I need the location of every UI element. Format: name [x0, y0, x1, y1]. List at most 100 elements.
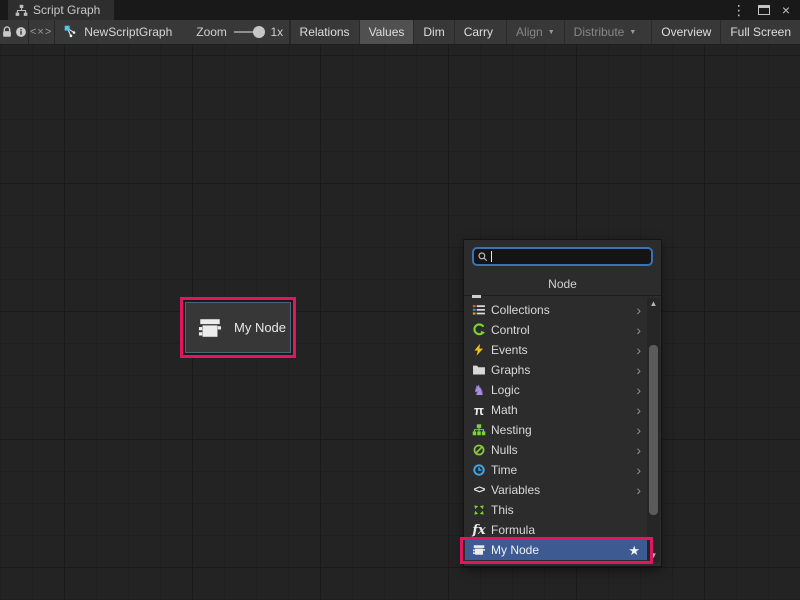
partial-item-icon	[472, 295, 481, 298]
finder-item-graphs[interactable]: Graphs›	[465, 360, 647, 380]
search-icon	[477, 251, 489, 263]
button-label: Full Screen	[730, 25, 791, 39]
star-icon[interactable]: ★	[628, 544, 640, 557]
toolbar-button-align[interactable]: Align▼	[506, 20, 564, 44]
maximize-button[interactable]	[758, 5, 770, 15]
finder-item-label: Nesting	[491, 423, 532, 437]
text-caret	[491, 251, 492, 262]
nulls-icon	[471, 442, 487, 458]
node-label: My Node	[234, 320, 286, 335]
zoom-slider-knob[interactable]	[253, 26, 265, 38]
chevron-right-icon: ›	[636, 383, 641, 397]
this-icon	[471, 502, 487, 518]
finder-item-label: Logic	[491, 383, 520, 397]
finder-list: Collections›Control›Events›Graphs›♞Logic…	[465, 300, 647, 564]
fuzzy-finder-popup: Node Collections›Control›Events›Graphs›♞…	[464, 240, 661, 566]
chevron-right-icon: ›	[636, 463, 641, 477]
lock-button[interactable]	[0, 20, 14, 44]
chevron-right-icon: ›	[636, 403, 641, 417]
unit-icon	[471, 542, 487, 558]
toolbar-button-values[interactable]: Values	[359, 20, 414, 44]
finder-item-time[interactable]: Time ›	[465, 460, 647, 480]
script-graph-window: Script Graph ⋮ × <×> NewScriptGraph Zoom	[0, 0, 800, 600]
toolbar: <×> NewScriptGraph Zoom 1x RelationsValu…	[0, 20, 800, 45]
window-controls: ⋮ ×	[732, 0, 800, 20]
variables-icon: <>	[471, 482, 487, 498]
unit-icon	[197, 315, 223, 341]
math-icon: π	[471, 402, 487, 418]
lock-icon	[0, 25, 14, 39]
button-label: Relations	[300, 25, 350, 39]
finder-item-label: Graphs	[491, 363, 530, 377]
graph-name: NewScriptGraph	[84, 25, 172, 39]
zoom-slider[interactable]	[234, 20, 264, 44]
toolbar-button-relations[interactable]: Relations	[290, 20, 359, 44]
finder-item-label: My Node	[491, 543, 539, 557]
node-my-node[interactable]: My Node	[185, 302, 291, 353]
scroll-up-arrow[interactable]: ▲	[647, 298, 660, 310]
finder-separator	[464, 295, 661, 296]
maximize-icon	[758, 5, 770, 15]
finder-item-nulls[interactable]: Nulls ›	[465, 440, 647, 460]
graph-reference[interactable]: NewScriptGraph	[64, 20, 172, 44]
toolbar-buttons: Relations Values Dim Carry Align▼ Distribute ▼…	[290, 20, 800, 44]
graphs-icon	[471, 362, 487, 378]
finder-item-control[interactable]: Control›	[465, 320, 647, 340]
finder-item-label: Math	[491, 403, 518, 417]
collections-icon	[471, 302, 487, 318]
button-label: Overview	[661, 25, 711, 39]
finder-item-collections[interactable]: Collections›	[465, 300, 647, 320]
scrollbar-thumb[interactable]	[649, 345, 658, 515]
finder-item-this[interactable]: This	[465, 500, 647, 520]
time-icon	[471, 462, 487, 478]
finder-item-label: Time	[491, 463, 517, 477]
zoom-value: 1x	[271, 25, 284, 39]
finder-item-math[interactable]: π Math ›	[465, 400, 647, 420]
finder-item-logic[interactable]: ♞ Logic ›	[465, 380, 647, 400]
chevron-right-icon: ›	[636, 303, 641, 317]
code-view-button[interactable]: <×>	[28, 20, 54, 44]
toolbar-button-full-screen[interactable]: Full Screen	[720, 20, 800, 44]
search-input[interactable]	[472, 247, 653, 266]
finder-item-label: Control	[491, 323, 530, 337]
graph-asset-icon	[64, 25, 78, 39]
window-menu-button[interactable]: ⋮	[732, 3, 746, 17]
script-graph-icon	[15, 4, 28, 17]
chevron-right-icon: ›	[636, 343, 641, 357]
scroll-down-arrow[interactable]: ▼	[647, 550, 660, 562]
finder-item-variables[interactable]: <> Variables ›	[465, 480, 647, 500]
button-label: Dim	[423, 25, 444, 39]
button-label: Carry	[464, 25, 493, 39]
inspect-button[interactable]	[14, 20, 28, 44]
finder-item-label: Formula	[491, 523, 535, 537]
graph-canvas[interactable]: My Node Node Collections›Control›Events›…	[0, 45, 800, 600]
finder-scrollbar[interactable]: ▲ ▼	[647, 298, 660, 562]
node-highlight-annotation: My Node	[180, 297, 296, 358]
finder-item-events[interactable]: Events›	[465, 340, 647, 360]
titlebar: Script Graph ⋮ ×	[0, 0, 800, 20]
finder-header: Node	[464, 277, 661, 291]
logic-icon: ♞	[471, 382, 487, 398]
dropdown-arrow-icon: ▼	[548, 29, 555, 36]
finder-item-label: Nulls	[491, 443, 518, 457]
toolbar-button-carry[interactable]: Carry	[454, 20, 502, 44]
finder-item-label: This	[491, 503, 514, 517]
code-toggle-icon: <×>	[30, 27, 52, 38]
finder-item-formula[interactable]: fxFormula	[465, 520, 647, 540]
nesting-icon	[471, 422, 487, 438]
tab-script-graph[interactable]: Script Graph	[8, 0, 114, 20]
chevron-right-icon: ›	[636, 443, 641, 457]
control-icon	[471, 322, 487, 338]
finder-item-my-node[interactable]: My Node ★	[465, 540, 647, 560]
finder-item-nesting[interactable]: Nesting ›	[465, 420, 647, 440]
finder-item-label: Variables	[491, 483, 540, 497]
chevron-right-icon: ›	[636, 423, 641, 437]
events-icon	[471, 342, 487, 358]
dropdown-arrow-icon: ▼	[629, 29, 636, 36]
button-label: Distribute	[574, 25, 625, 39]
toolbar-button-distribute[interactable]: Distribute ▼	[564, 20, 646, 44]
toolbar-button-dim[interactable]: Dim	[413, 20, 453, 44]
toolbar-button-overview[interactable]: Overview	[651, 20, 720, 44]
close-button[interactable]: ×	[782, 3, 790, 17]
chevron-right-icon: ›	[636, 483, 641, 497]
